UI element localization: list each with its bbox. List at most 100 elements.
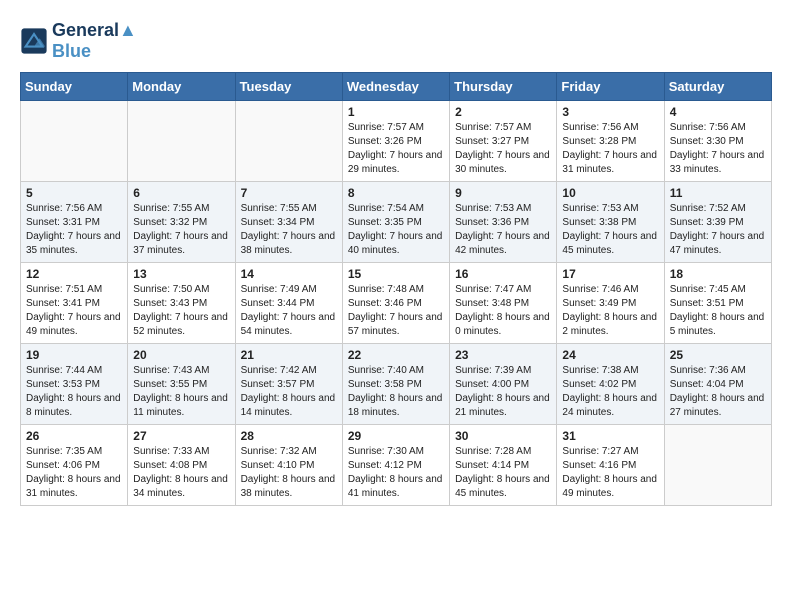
day-info: Sunrise: 7:56 AM Sunset: 3:30 PM Dayligh… [670, 121, 766, 177]
day-info: Sunrise: 7:53 AM Sunset: 3:38 PM Dayligh… [562, 202, 658, 258]
day-info: Sunrise: 7:36 AM Sunset: 4:04 PM Dayligh… [670, 364, 766, 420]
calendar-cell: 1 Sunrise: 7:57 AM Sunset: 3:26 PM Daylig… [342, 101, 449, 182]
day-info: Sunrise: 7:52 AM Sunset: 3:39 PM Dayligh… [670, 202, 766, 258]
day-number: 11 [670, 186, 766, 200]
day-number: 7 [241, 186, 337, 200]
weekday-header-sunday: Sunday [21, 73, 128, 101]
day-info: Sunrise: 7:44 AM Sunset: 3:53 PM Dayligh… [26, 364, 122, 420]
calendar-cell: 3 Sunrise: 7:56 AM Sunset: 3:28 PM Daylig… [557, 101, 664, 182]
weekday-header-wednesday: Wednesday [342, 73, 449, 101]
calendar-cell: 28 Sunrise: 7:32 AM Sunset: 4:10 PM Dayli… [235, 425, 342, 506]
calendar-week-3: 12 Sunrise: 7:51 AM Sunset: 3:41 PM Dayli… [21, 263, 772, 344]
calendar-cell: 23Sunrise: 7:39 AM Sunset: 4:00 PM Dayli… [450, 344, 557, 425]
calendar-cell [21, 101, 128, 182]
calendar-cell: 6 Sunrise: 7:55 AM Sunset: 3:32 PM Daylig… [128, 182, 235, 263]
calendar-cell: 19 Sunrise: 7:44 AM Sunset: 3:53 PM Dayli… [21, 344, 128, 425]
calendar-table: SundayMondayTuesdayWednesdayThursdayFrid… [20, 72, 772, 506]
weekday-header-thursday: Thursday [450, 73, 557, 101]
calendar-cell: 15 Sunrise: 7:48 AM Sunset: 3:46 PM Dayli… [342, 263, 449, 344]
day-info: Sunrise: 7:57 AM Sunset: 3:26 PM Dayligh… [348, 121, 444, 177]
day-number: 15 [348, 267, 444, 281]
day-number: 19 [26, 348, 122, 362]
calendar-cell: 11 Sunrise: 7:52 AM Sunset: 3:39 PM Dayli… [664, 182, 771, 263]
day-info: Sunrise: 7:56 AM Sunset: 3:31 PM Dayligh… [26, 202, 122, 258]
calendar-cell: 24Sunrise: 7:38 AM Sunset: 4:02 PM Dayli… [557, 344, 664, 425]
day-number: 22 [348, 348, 444, 362]
day-info: Sunrise: 7:35 AM Sunset: 4:06 PM Dayligh… [26, 445, 122, 501]
calendar-cell: 26 Sunrise: 7:35 AM Sunset: 4:06 PM Dayli… [21, 425, 128, 506]
day-number: 30 [455, 429, 551, 443]
day-number: 20 [133, 348, 229, 362]
calendar-cell: 20 Sunrise: 7:43 AM Sunset: 3:55 PM Dayli… [128, 344, 235, 425]
calendar-cell: 14 Sunrise: 7:49 AM Sunset: 3:44 PM Dayli… [235, 263, 342, 344]
page-header: General▲ Blue [20, 20, 772, 62]
day-info: Sunrise: 7:38 AM Sunset: 4:02 PM Dayligh… [562, 364, 658, 420]
day-info: Sunrise: 7:53 AM Sunset: 3:36 PM Dayligh… [455, 202, 551, 258]
calendar-cell: 18 Sunrise: 7:45 AM Sunset: 3:51 PM Dayli… [664, 263, 771, 344]
day-info: Sunrise: 7:49 AM Sunset: 3:44 PM Dayligh… [241, 283, 337, 339]
day-info: Sunrise: 7:45 AM Sunset: 3:51 PM Dayligh… [670, 283, 766, 339]
day-number: 2 [455, 105, 551, 119]
calendar-cell: 27Sunrise: 7:33 AM Sunset: 4:08 PM Dayli… [128, 425, 235, 506]
calendar-cell: 9 Sunrise: 7:53 AM Sunset: 3:36 PM Daylig… [450, 182, 557, 263]
weekday-header-saturday: Saturday [664, 73, 771, 101]
calendar-cell: 2 Sunrise: 7:57 AM Sunset: 3:27 PM Daylig… [450, 101, 557, 182]
calendar-cell: 5Sunrise: 7:56 AM Sunset: 3:31 PM Daylig… [21, 182, 128, 263]
day-number: 21 [241, 348, 337, 362]
day-number: 29 [348, 429, 444, 443]
day-number: 31 [562, 429, 658, 443]
day-number: 12 [26, 267, 122, 281]
day-number: 27 [133, 429, 229, 443]
day-info: Sunrise: 7:51 AM Sunset: 3:41 PM Dayligh… [26, 283, 122, 339]
day-number: 23 [455, 348, 551, 362]
day-number: 14 [241, 267, 337, 281]
day-number: 9 [455, 186, 551, 200]
calendar-week-2: 5Sunrise: 7:56 AM Sunset: 3:31 PM Daylig… [21, 182, 772, 263]
day-info: Sunrise: 7:55 AM Sunset: 3:32 PM Dayligh… [133, 202, 229, 258]
calendar-header: SundayMondayTuesdayWednesdayThursdayFrid… [21, 73, 772, 101]
day-number: 26 [26, 429, 122, 443]
day-number: 1 [348, 105, 444, 119]
day-info: Sunrise: 7:48 AM Sunset: 3:46 PM Dayligh… [348, 283, 444, 339]
calendar-cell [664, 425, 771, 506]
calendar-cell: 7 Sunrise: 7:55 AM Sunset: 3:34 PM Daylig… [235, 182, 342, 263]
day-info: Sunrise: 7:56 AM Sunset: 3:28 PM Dayligh… [562, 121, 658, 177]
day-info: Sunrise: 7:46 AM Sunset: 3:49 PM Dayligh… [562, 283, 658, 339]
weekday-header-tuesday: Tuesday [235, 73, 342, 101]
day-info: Sunrise: 7:28 AM Sunset: 4:14 PM Dayligh… [455, 445, 551, 501]
day-info: Sunrise: 7:40 AM Sunset: 3:58 PM Dayligh… [348, 364, 444, 420]
day-number: 18 [670, 267, 766, 281]
day-info: Sunrise: 7:43 AM Sunset: 3:55 PM Dayligh… [133, 364, 229, 420]
calendar-cell: 30 Sunrise: 7:28 AM Sunset: 4:14 PM Dayli… [450, 425, 557, 506]
day-info: Sunrise: 7:32 AM Sunset: 4:10 PM Dayligh… [241, 445, 337, 501]
calendar-cell: 10 Sunrise: 7:53 AM Sunset: 3:38 PM Dayli… [557, 182, 664, 263]
day-number: 4 [670, 105, 766, 119]
day-number: 25 [670, 348, 766, 362]
day-info: Sunrise: 7:47 AM Sunset: 3:48 PM Dayligh… [455, 283, 551, 339]
calendar-week-1: 1 Sunrise: 7:57 AM Sunset: 3:26 PM Daylig… [21, 101, 772, 182]
calendar-cell: 25 Sunrise: 7:36 AM Sunset: 4:04 PM Dayli… [664, 344, 771, 425]
day-number: 6 [133, 186, 229, 200]
calendar-cell: 12 Sunrise: 7:51 AM Sunset: 3:41 PM Dayli… [21, 263, 128, 344]
calendar-cell: 17Sunrise: 7:46 AM Sunset: 3:49 PM Dayli… [557, 263, 664, 344]
logo-line1: General▲ [52, 20, 137, 41]
day-number: 3 [562, 105, 658, 119]
calendar-cell: 21Sunrise: 7:42 AM Sunset: 3:57 PM Dayli… [235, 344, 342, 425]
weekday-header-monday: Monday [128, 73, 235, 101]
logo: General▲ Blue [20, 20, 137, 62]
logo-line2: Blue [52, 41, 137, 62]
day-number: 28 [241, 429, 337, 443]
day-number: 8 [348, 186, 444, 200]
calendar-week-4: 19 Sunrise: 7:44 AM Sunset: 3:53 PM Dayli… [21, 344, 772, 425]
calendar-cell: 22 Sunrise: 7:40 AM Sunset: 3:58 PM Dayli… [342, 344, 449, 425]
weekday-header-friday: Friday [557, 73, 664, 101]
calendar-cell [128, 101, 235, 182]
day-info: Sunrise: 7:55 AM Sunset: 3:34 PM Dayligh… [241, 202, 337, 258]
calendar-cell: 16Sunrise: 7:47 AM Sunset: 3:48 PM Dayli… [450, 263, 557, 344]
calendar-cell: 13Sunrise: 7:50 AM Sunset: 3:43 PM Dayli… [128, 263, 235, 344]
day-info: Sunrise: 7:50 AM Sunset: 3:43 PM Dayligh… [133, 283, 229, 339]
calendar-cell [235, 101, 342, 182]
day-info: Sunrise: 7:57 AM Sunset: 3:27 PM Dayligh… [455, 121, 551, 177]
day-number: 10 [562, 186, 658, 200]
day-info: Sunrise: 7:27 AM Sunset: 4:16 PM Dayligh… [562, 445, 658, 501]
